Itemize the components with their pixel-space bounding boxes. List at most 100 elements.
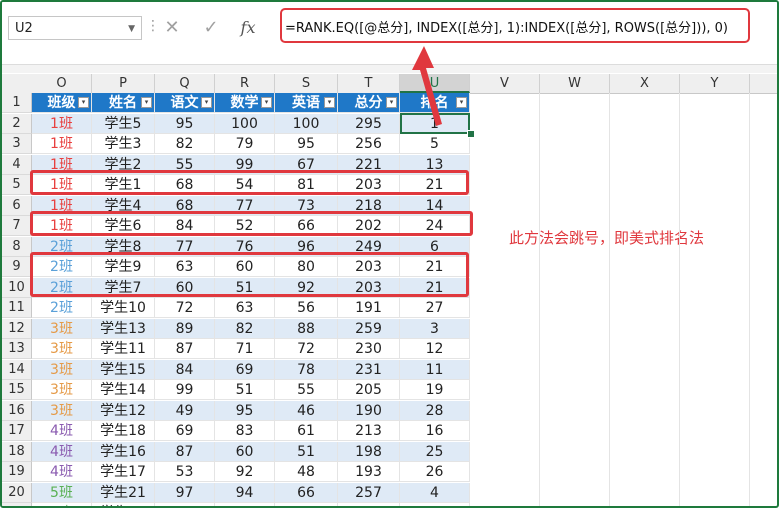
column-header-p[interactable]: P — [92, 74, 155, 93]
row-header[interactable]: 17 — [2, 421, 32, 441]
table-cell-name[interactable]: 学生12 — [92, 400, 155, 421]
table-cell-sx[interactable]: 60 — [215, 441, 275, 462]
table-cell-name[interactable]: 学生17 — [92, 462, 155, 482]
confirm-check-icon[interactable]: ✓ — [197, 14, 225, 42]
row-header[interactable]: 13 — [2, 339, 32, 359]
table-cell-yy[interactable]: 88 — [275, 318, 338, 339]
table-cell-name[interactable]: 学生5 — [92, 113, 155, 134]
column-header-o[interactable]: O — [32, 74, 92, 93]
table-cell-cls[interactable]: 3班 — [32, 359, 92, 380]
filter-dropdown-icon[interactable]: ▾ — [261, 97, 272, 108]
row-header[interactable]: 7 — [2, 216, 32, 236]
row-header[interactable]: 9 — [2, 257, 32, 277]
table-cell-sx[interactable]: 63 — [215, 298, 275, 318]
table-cell-yw[interactable]: 89 — [155, 318, 215, 339]
row-header[interactable]: 19 — [2, 462, 32, 482]
chevron-down-icon[interactable]: ▼ — [128, 17, 135, 41]
table-cell-sx[interactable]: 94 — [215, 482, 275, 503]
table-cell-yy[interactable]: 51 — [275, 441, 338, 462]
table-cell-cls[interactable]: 4班 — [32, 441, 92, 462]
row-header[interactable]: 20 — [2, 482, 32, 503]
row-header[interactable]: 3 — [2, 134, 32, 154]
table-cell-zf[interactable]: 295 — [338, 113, 400, 134]
table-cell-sx[interactable]: 71 — [215, 339, 275, 359]
header-cell[interactable]: 数学 ▾ — [215, 93, 275, 113]
table-cell-pm[interactable]: 28 — [400, 400, 470, 421]
table-cell-pm[interactable]: 16 — [400, 421, 470, 441]
table-cell-yy[interactable]: 46 — [275, 400, 338, 421]
table-cell-zf[interactable]: 259 — [338, 318, 400, 339]
table-cell-zf[interactable]: 230 — [338, 339, 400, 359]
fill-handle[interactable] — [467, 130, 475, 138]
column-header-v[interactable]: V — [470, 74, 540, 93]
formula-input[interactable]: =RANK.EQ([@总分], INDEX([总分], 1):INDEX([总分… — [285, 17, 728, 36]
table-cell-pm[interactable]: 5 — [400, 134, 470, 154]
table-cell-zf[interactable]: 247 — [338, 503, 400, 506]
table-cell-yw[interactable]: 99 — [155, 380, 215, 400]
filter-dropdown-icon[interactable]: ▾ — [201, 97, 212, 108]
insert-function-icon[interactable]: fx — [234, 14, 262, 42]
header-cell[interactable]: 姓名 ▾ — [92, 93, 155, 113]
row-header[interactable]: 10 — [2, 277, 32, 298]
table-cell-yw[interactable]: 89 — [155, 503, 215, 506]
table-cell-yy[interactable]: 72 — [275, 339, 338, 359]
table-cell-zf[interactable]: 213 — [338, 421, 400, 441]
table-cell-cls[interactable]: 2班 — [32, 298, 92, 318]
table-cell-sx[interactable]: 95 — [215, 400, 275, 421]
row-header[interactable]: 1 — [2, 93, 32, 113]
table-cell-yy[interactable]: 48 — [275, 462, 338, 482]
table-cell-yy[interactable]: 100 — [275, 113, 338, 134]
row-header[interactable]: 11 — [2, 298, 32, 318]
table-cell-cls[interactable]: 5班 — [32, 503, 92, 506]
table-cell-sx[interactable]: 69 — [215, 359, 275, 380]
table-cell-yw[interactable]: 87 — [155, 441, 215, 462]
table-cell-pm[interactable]: 3 — [400, 318, 470, 339]
table-cell-yy[interactable]: 56 — [275, 298, 338, 318]
column-header-w[interactable]: W — [540, 74, 610, 93]
table-cell-pm[interactable]: 8 — [400, 503, 470, 506]
table-cell-pm[interactable]: 12 — [400, 339, 470, 359]
row-header[interactable]: 21 — [2, 503, 32, 506]
table-cell-cls[interactable]: 4班 — [32, 462, 92, 482]
column-header-s[interactable]: S — [275, 74, 338, 93]
row-header[interactable]: 8 — [2, 236, 32, 257]
filter-dropdown-icon[interactable]: ▾ — [78, 97, 89, 108]
table-cell-pm[interactable]: 27 — [400, 298, 470, 318]
table-cell-name[interactable]: 学生15 — [92, 359, 155, 380]
table-cell-yw[interactable]: 53 — [155, 462, 215, 482]
table-cell-pm[interactable]: 11 — [400, 359, 470, 380]
table-cell-yy[interactable]: 83 — [275, 503, 338, 506]
filter-dropdown-icon[interactable]: ▾ — [386, 97, 397, 108]
row-header[interactable]: 14 — [2, 359, 32, 380]
table-cell-sx[interactable]: 79 — [215, 134, 275, 154]
row-header[interactable]: 12 — [2, 318, 32, 339]
table-cell-name[interactable]: 学生16 — [92, 441, 155, 462]
table-cell-yw[interactable]: 97 — [155, 482, 215, 503]
table-cell-cls[interactable]: 5班 — [32, 482, 92, 503]
row-header[interactable]: 18 — [2, 441, 32, 462]
table-cell-name[interactable]: 学生24 — [92, 503, 155, 506]
table-cell-yw[interactable]: 82 — [155, 134, 215, 154]
table-cell-yw[interactable]: 49 — [155, 400, 215, 421]
table-cell-cls[interactable]: 1班 — [32, 113, 92, 134]
header-cell[interactable]: 语文 ▾ — [155, 93, 215, 113]
table-cell-sx[interactable]: 51 — [215, 380, 275, 400]
column-header-t[interactable]: T — [338, 74, 400, 93]
header-cell[interactable]: 英语 ▾ — [275, 93, 338, 113]
table-cell-name[interactable]: 学生3 — [92, 134, 155, 154]
table-cell-cls[interactable]: 3班 — [32, 400, 92, 421]
table-cell-zf[interactable]: 193 — [338, 462, 400, 482]
table-cell-zf[interactable]: 205 — [338, 380, 400, 400]
table-cell-yy[interactable]: 66 — [275, 482, 338, 503]
table-cell-pm[interactable]: 4 — [400, 482, 470, 503]
table-cell-name[interactable]: 学生10 — [92, 298, 155, 318]
table-cell-yy[interactable]: 95 — [275, 134, 338, 154]
column-header-x[interactable]: X — [610, 74, 680, 93]
table-cell-sx[interactable]: 100 — [215, 113, 275, 134]
table-cell-sx[interactable]: 83 — [215, 421, 275, 441]
table-cell-yw[interactable]: 87 — [155, 339, 215, 359]
row-header[interactable]: 4 — [2, 154, 32, 175]
filter-dropdown-icon[interactable]: ▾ — [141, 97, 152, 108]
table-cell-zf[interactable]: 191 — [338, 298, 400, 318]
name-box[interactable]: U2 ▼ — [8, 16, 142, 40]
